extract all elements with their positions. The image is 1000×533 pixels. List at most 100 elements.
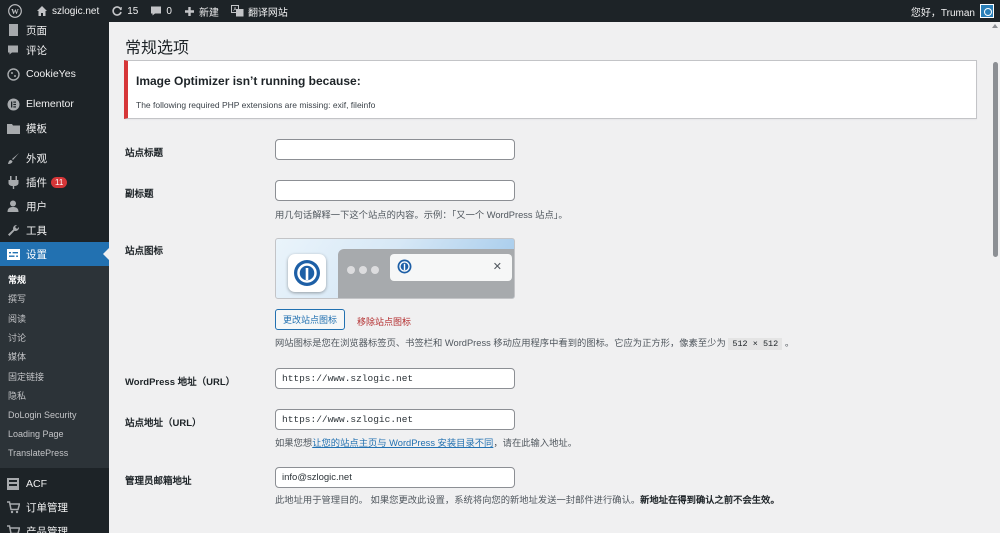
avatar-icon[interactable] bbox=[980, 4, 994, 18]
updates-link[interactable]: 15 bbox=[105, 0, 144, 22]
sidebar-item-label: 工具 bbox=[26, 224, 47, 237]
site-address-input[interactable]: https://www.szlogic.net bbox=[275, 409, 515, 430]
comment-icon bbox=[150, 5, 162, 17]
admin-email-description: 此地址用于管理目的。 如果您更改此设置，系统将向您的新地址发送一封邮件进行确认。… bbox=[275, 492, 780, 506]
sidebar-item-acf[interactable]: ACF bbox=[0, 472, 109, 496]
submenu-item-translatepress[interactable]: TranslatePress bbox=[0, 444, 109, 463]
translate-label: 翻译网站 bbox=[247, 7, 288, 19]
translate-site-link[interactable]: A 翻译网站 bbox=[225, 0, 294, 22]
submenu-item-loading-page[interactable]: Loading Page bbox=[0, 424, 109, 443]
remove-site-icon-link[interactable]: 移除站点图标 bbox=[357, 315, 411, 328]
sidebar-item-settings[interactable]: 设置 bbox=[0, 242, 109, 266]
sidebar-item-label: 用户 bbox=[26, 200, 47, 213]
submenu-item-writing[interactable]: 撰写 bbox=[0, 289, 109, 308]
wordpress-logo-icon[interactable]: W bbox=[0, 0, 30, 22]
cart-icon bbox=[6, 501, 20, 515]
wp-address-label: WordPress 地址（URL） bbox=[125, 377, 236, 388]
submenu-item-dologin-security[interactable]: DoLogin Security bbox=[0, 405, 109, 424]
browser-tab: ✕ bbox=[390, 254, 512, 281]
svg-text:W: W bbox=[11, 7, 19, 16]
browser-preview: ✕ bbox=[338, 249, 514, 298]
scroll-up-icon[interactable] bbox=[992, 24, 998, 28]
sidebar-item-appearance[interactable]: 外观 bbox=[0, 146, 109, 170]
site-favicon-icon bbox=[397, 259, 412, 277]
translate-icon: A bbox=[230, 5, 244, 17]
site-icon-desc-end: 。 bbox=[784, 338, 795, 348]
admin-sidebar: 页面 评论 CookieYes Elementor 模板 外观 插件 11 用户… bbox=[0, 22, 109, 533]
new-content-link[interactable]: 新建 bbox=[178, 0, 225, 22]
browser-dot bbox=[347, 266, 355, 274]
comments-count: 0 bbox=[166, 5, 172, 17]
folder-icon bbox=[6, 121, 20, 135]
user-greeting[interactable]: 您好，Truman bbox=[911, 4, 975, 19]
wrench-icon bbox=[6, 223, 20, 237]
comments-link[interactable]: 0 bbox=[144, 0, 178, 22]
sidebar-item-comments[interactable]: 评论 bbox=[0, 38, 109, 62]
site-address-desc-end: ，请在此输入地址。 bbox=[493, 438, 578, 448]
updates-count: 15 bbox=[127, 5, 139, 17]
sidebar-item-orders[interactable]: 订单管理 bbox=[0, 496, 109, 520]
sidebar-item-label: Elementor bbox=[26, 98, 74, 110]
close-icon: ✕ bbox=[492, 261, 502, 273]
sidebar-item-label: 订单管理 bbox=[26, 502, 68, 515]
submenu-item-general[interactable]: 常规 bbox=[0, 270, 109, 289]
submenu-item-discussion[interactable]: 讨论 bbox=[0, 328, 109, 347]
site-name-link[interactable]: szlogic.net bbox=[30, 0, 105, 22]
sidebar-item-label: 页面 bbox=[26, 24, 47, 37]
updates-icon bbox=[111, 5, 123, 17]
sidebar-item-label: CookieYes bbox=[26, 68, 76, 80]
new-label: 新建 bbox=[198, 7, 219, 19]
scroll-thumb[interactable] bbox=[993, 62, 998, 257]
admin-email-label: 管理员邮箱地址 bbox=[125, 476, 192, 487]
sidebar-item-templates[interactable]: 模板 bbox=[0, 116, 109, 140]
admin-bar: W szlogic.net 15 0 新建 A 翻译网站 您好，Truman bbox=[0, 0, 1000, 22]
tagline-input[interactable] bbox=[275, 180, 515, 201]
tagline-label: 副标题 bbox=[125, 189, 154, 200]
sidebar-item-users[interactable]: 用户 bbox=[0, 194, 109, 218]
cookie-icon bbox=[6, 67, 20, 81]
page-scrollbar[interactable] bbox=[990, 22, 1000, 533]
sidebar-item-label: 评论 bbox=[26, 44, 47, 57]
home-icon bbox=[36, 5, 48, 17]
page-icon bbox=[6, 23, 20, 37]
submenu-item-permalinks[interactable]: 固定链接 bbox=[0, 366, 109, 385]
elementor-icon bbox=[6, 97, 20, 111]
sidebar-item-plugins[interactable]: 插件 11 bbox=[0, 170, 109, 194]
settings-icon bbox=[6, 247, 20, 261]
error-notice: Image Optimizer isn’t running because: T… bbox=[124, 60, 977, 119]
site-icon-app-tile bbox=[288, 254, 326, 292]
site-icon-desc-text: 网站图标是您在浏览器标签页、书签栏和 WordPress 移动应用程序中看到的图… bbox=[275, 338, 726, 348]
submenu-item-media[interactable]: 媒体 bbox=[0, 347, 109, 366]
sidebar-item-tools[interactable]: 工具 bbox=[0, 218, 109, 242]
sidebar-item-label: 设置 bbox=[26, 248, 47, 261]
plugin-icon bbox=[6, 175, 20, 189]
submenu-item-privacy[interactable]: 隐私 bbox=[0, 386, 109, 405]
site-title-label: 站点标题 bbox=[125, 148, 164, 159]
site-icon-preview: ✕ bbox=[275, 238, 515, 299]
tagline-description: 用几句话解释一下这个站点的内容。示例：「又一个 WordPress 站点」。 bbox=[275, 210, 568, 220]
acf-icon bbox=[6, 477, 20, 491]
cart-icon bbox=[6, 525, 20, 533]
user-icon bbox=[6, 199, 20, 213]
sidebar-item-products[interactable]: 产品管理 bbox=[0, 520, 109, 533]
site-address-help-link[interactable]: 让您的站点主页与 WordPress 安装目录不同 bbox=[312, 438, 493, 448]
wp-address-input[interactable]: https://www.szlogic.net bbox=[275, 368, 515, 389]
site-icon-label: 站点图标 bbox=[125, 246, 164, 257]
site-title-input[interactable] bbox=[275, 139, 515, 160]
admin-email-desc-bold: 新地址在得到确认之前不会生效。 bbox=[640, 495, 780, 505]
site-name: szlogic.net bbox=[52, 5, 100, 17]
submenu-item-reading[interactable]: 阅读 bbox=[0, 309, 109, 328]
browser-dot bbox=[371, 266, 379, 274]
notice-title: Image Optimizer isn’t running because: bbox=[136, 74, 361, 88]
plugins-update-badge: 11 bbox=[51, 176, 68, 188]
sidebar-item-pages[interactable]: 页面 bbox=[0, 22, 109, 38]
sidebar-item-elementor[interactable]: Elementor bbox=[0, 92, 109, 116]
site-address-description: 如果您想让您的站点主页与 WordPress 安装目录不同，请在此输入地址。 bbox=[275, 435, 577, 449]
site-address-desc-text: 如果您想 bbox=[275, 438, 313, 448]
sidebar-item-label: 产品管理 bbox=[26, 526, 68, 533]
change-site-icon-button[interactable]: 更改站点图标 bbox=[275, 309, 346, 330]
page-title: 常规选项 bbox=[125, 40, 190, 57]
sidebar-item-cookieyes[interactable]: CookieYes bbox=[0, 62, 109, 86]
plus-icon bbox=[184, 6, 195, 17]
admin-email-input[interactable]: info@szlogic.net bbox=[275, 467, 515, 488]
